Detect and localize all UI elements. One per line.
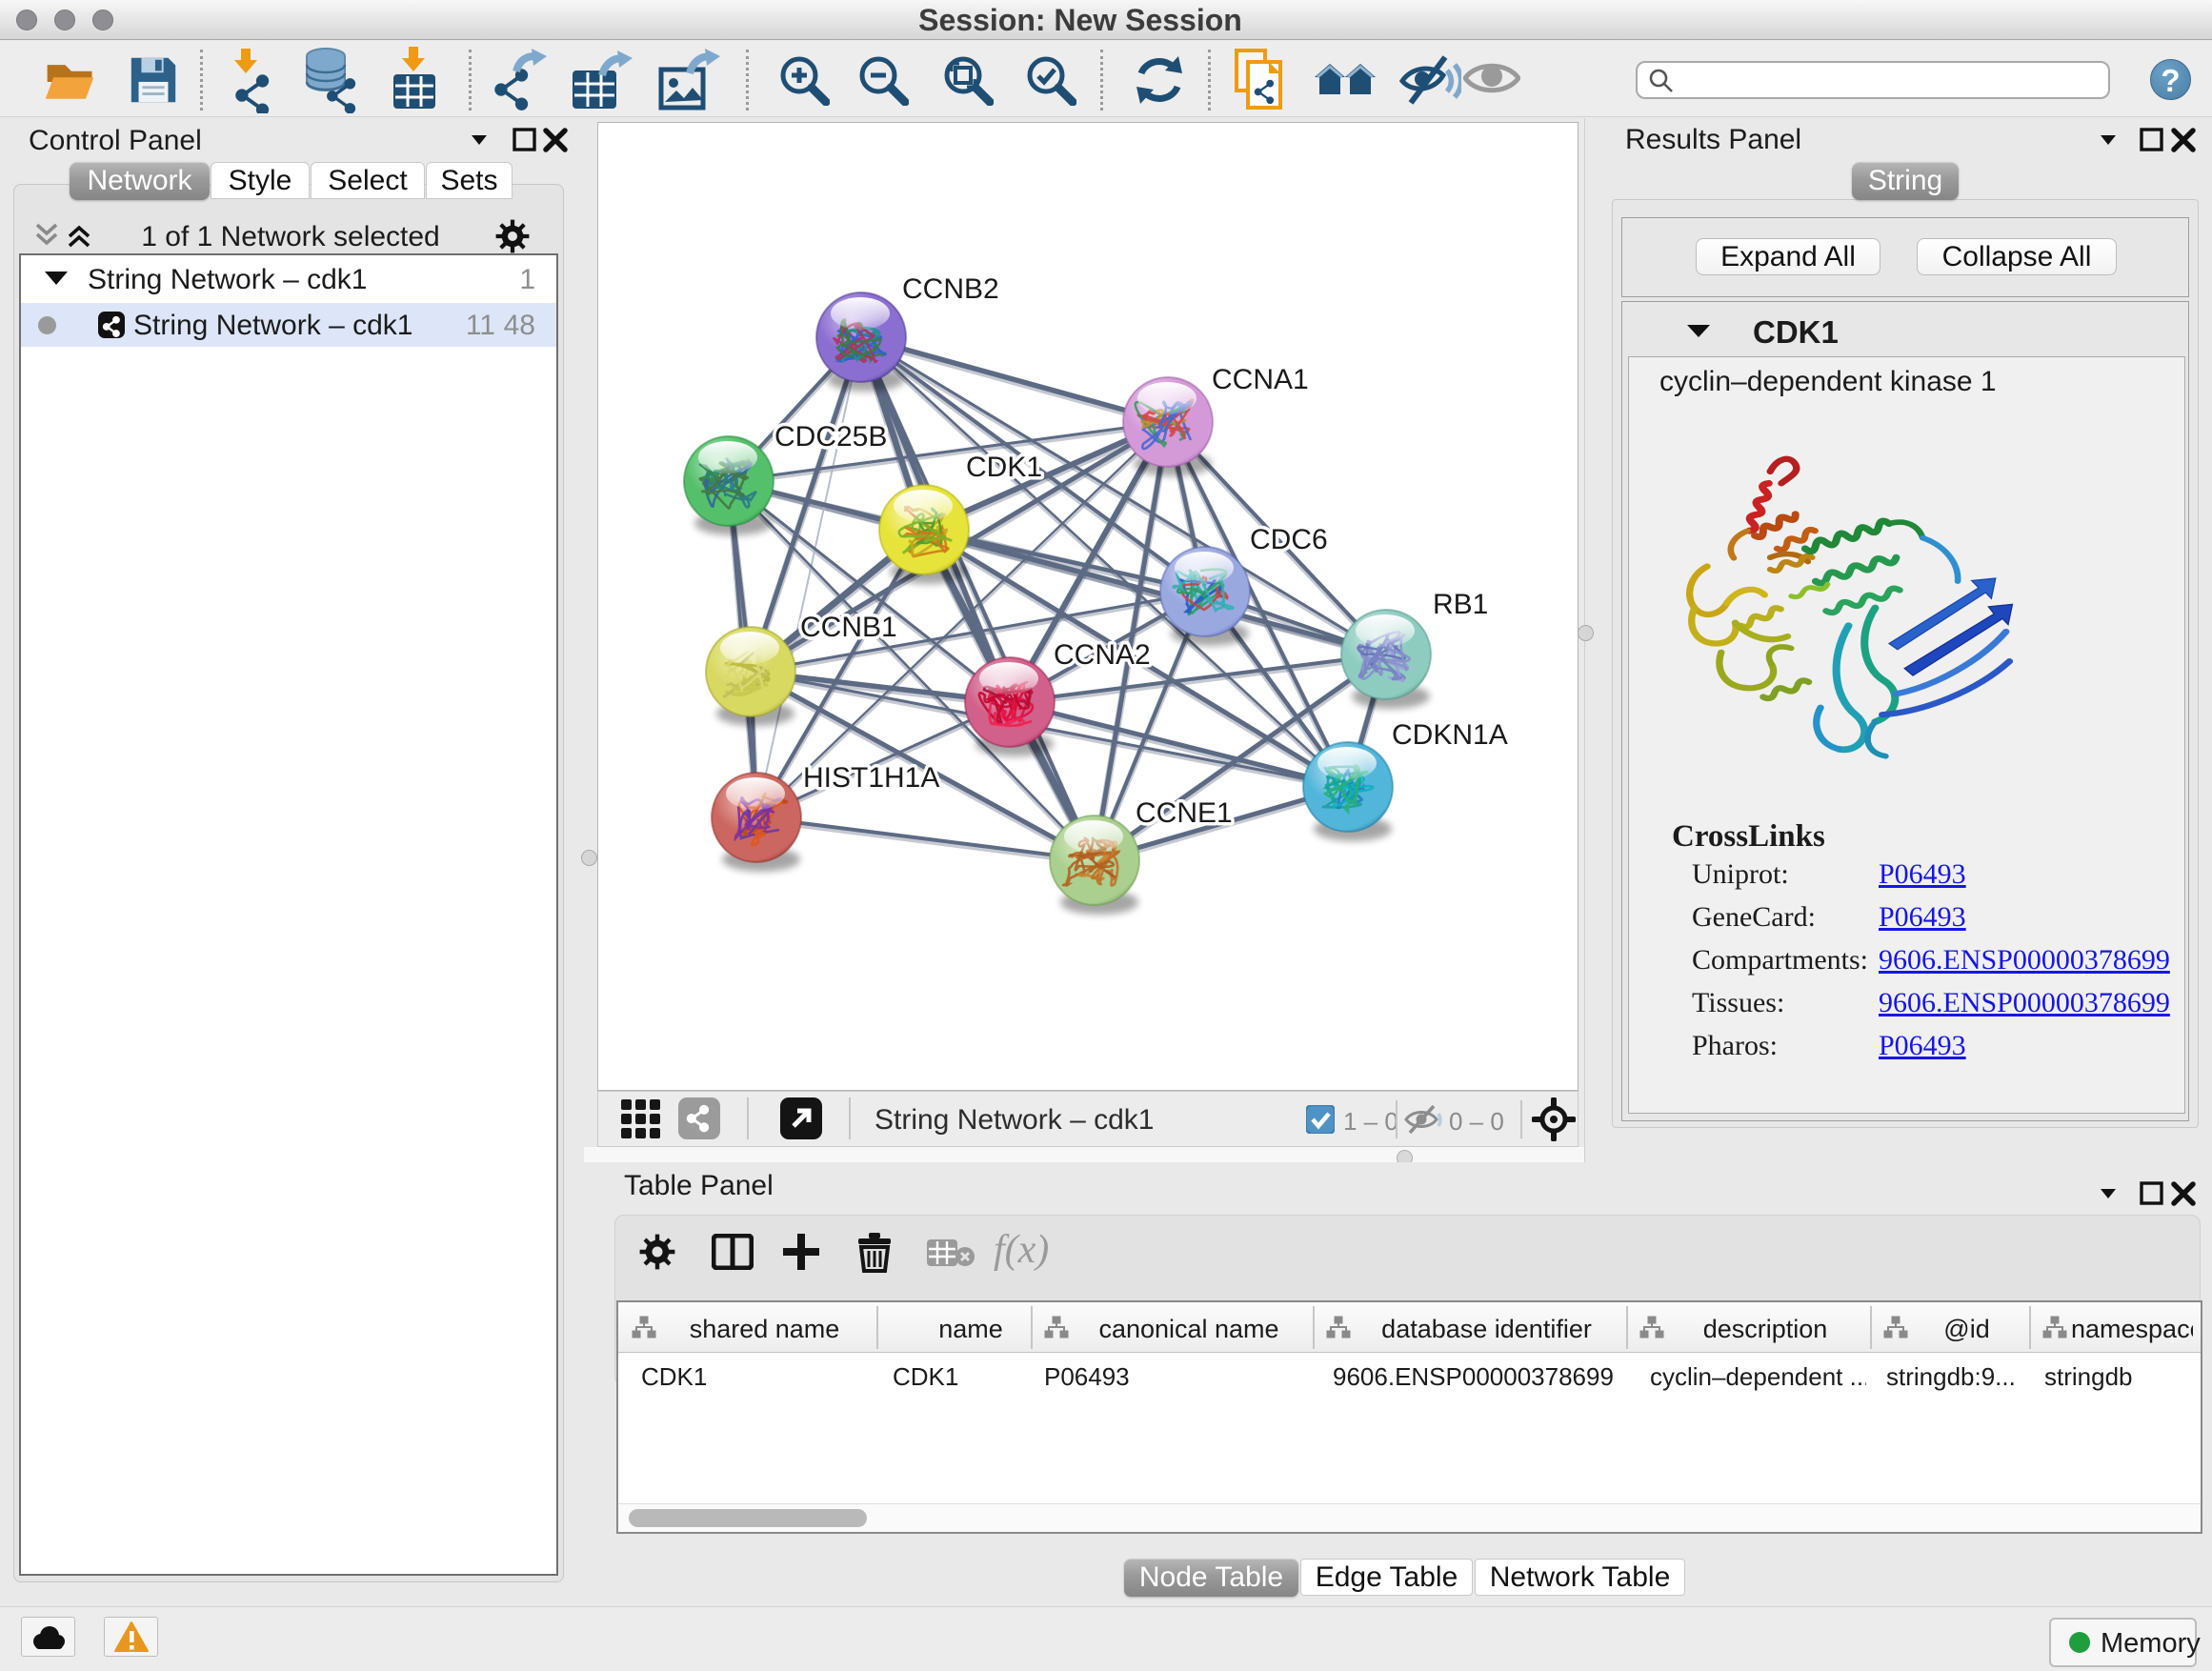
svg-text:CDKN1A: CDKN1A [1392, 719, 1508, 751]
svg-text:HIST1H1A: HIST1H1A [803, 762, 939, 794]
svg-text:CDK1: CDK1 [966, 452, 1042, 483]
svg-text:CDC6: CDC6 [1250, 524, 1328, 555]
svg-text:CDC25B: CDC25B [774, 421, 887, 453]
svg-text:CCNA2: CCNA2 [1054, 639, 1151, 671]
svg-text:RB1: RB1 [1433, 589, 1488, 620]
svg-text:CCNB2: CCNB2 [902, 273, 999, 305]
svg-text:CCNE1: CCNE1 [1136, 797, 1233, 829]
svg-text:CCNA1: CCNA1 [1212, 364, 1309, 395]
svg-text:CCNB1: CCNB1 [800, 612, 897, 643]
